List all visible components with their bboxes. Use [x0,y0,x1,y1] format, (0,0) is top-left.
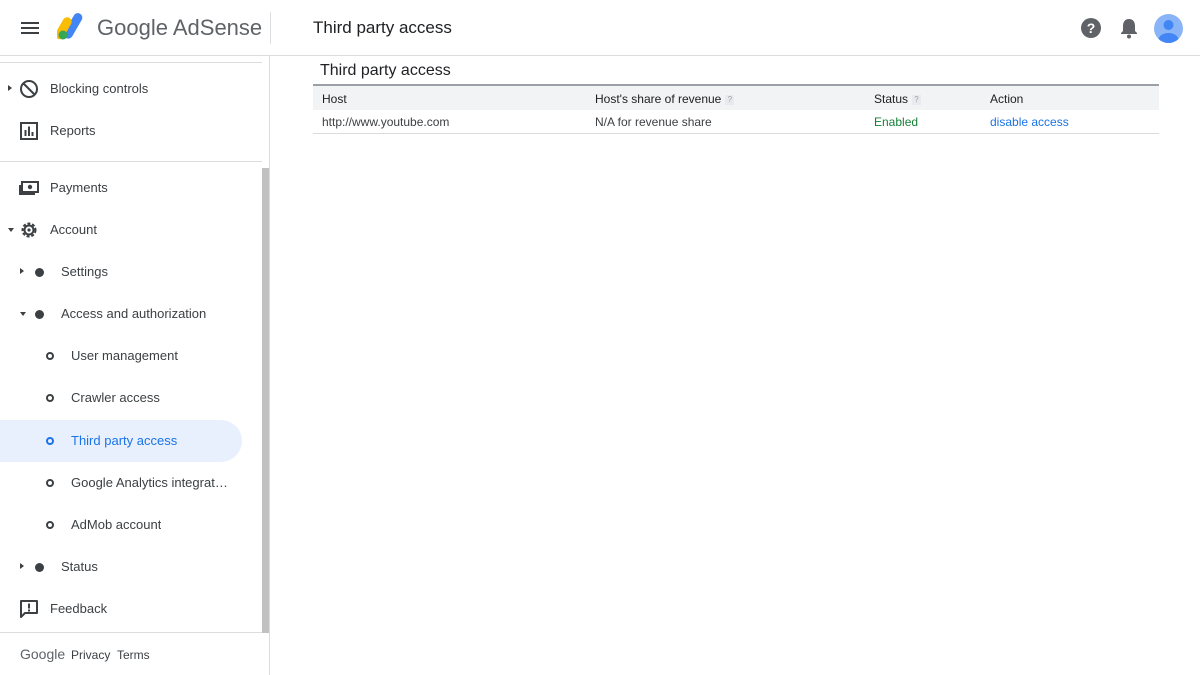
gear-icon [21,222,37,238]
help-icon[interactable]: ? [725,94,735,105]
avatar[interactable] [1154,14,1183,43]
sidebar-item-label: Feedback [50,601,108,616]
sidebar-item-label: Settings [61,264,108,279]
sidebar-item-payments[interactable]: Payments [0,167,242,209]
bullet-icon [35,268,44,277]
column-header-share: Host's share of revenue? [595,92,735,106]
sidebar-item-reports[interactable]: Reports [0,110,242,152]
section-title: Third party access [320,62,451,79]
header-divider [270,12,271,44]
sidebar-item-google-analytics-integration[interactable]: Google Analytics integration [0,462,242,504]
ring-bullet-icon [46,437,54,445]
column-header-host: Host [322,92,347,106]
sidebar: Blocking controls Reports Payments Accou… [0,56,270,675]
feedback-icon [20,600,38,618]
sidebar-item-label: AdMob account [71,517,162,532]
sidebar-item-label: Status [61,559,98,574]
sidebar-item-status[interactable]: Status [0,546,242,588]
sidebar-divider [0,62,262,63]
sidebar-item-label: Google Analytics integration [71,475,229,490]
caret-down-icon[interactable] [8,228,14,232]
sidebar-item-third-party-access[interactable]: Third party access [0,420,242,462]
caret-down-icon[interactable] [20,312,26,316]
table-row: http://www.youtube.com N/A for revenue s… [313,110,1159,134]
sidebar-item-label: Blocking controls [50,81,149,96]
status-cell: Enabled [874,115,919,129]
column-header-share-label: Host's share of revenue [595,92,722,106]
sidebar-scrollbar[interactable] [262,168,269,633]
payments-icon [19,181,39,195]
disable-access-link[interactable]: disable access [990,115,1069,129]
svg-text:?: ? [1087,20,1096,36]
adsense-logo [57,13,83,40]
sidebar-item-label: Access and authorization [61,306,207,321]
bar-chart-icon [20,122,38,140]
bullet-icon [35,563,44,572]
terms-link[interactable]: Terms [117,648,150,662]
ring-bullet-icon [46,521,54,529]
ring-bullet-icon [46,352,54,360]
caret-right-icon[interactable] [20,268,24,274]
column-header-action: Action [990,92,1024,106]
share-cell: N/A for revenue share [595,115,712,129]
top-app-bar: Google AdSense Third party access ? [0,0,1200,56]
notifications-icon[interactable] [1119,17,1139,39]
third-party-access-table: Host Host's share of revenue? Status? Ac… [313,84,1159,134]
sidebar-item-label: Reports [50,123,96,138]
sidebar-item-blocking-controls[interactable]: Blocking controls [0,68,242,110]
privacy-link[interactable]: Privacy [71,648,110,662]
ring-bullet-icon [46,394,54,402]
sidebar-divider [0,161,262,162]
sidebar-footer: Google Privacy Terms [0,632,262,675]
sidebar-item-label: Account [50,222,97,237]
help-icon[interactable]: ? [1080,17,1102,39]
column-header-status-label: Status [874,92,909,106]
google-logo: Google [20,646,66,662]
block-icon [20,80,38,98]
sidebar-item-settings[interactable]: Settings [0,251,242,293]
brand-name[interactable]: Google AdSense [97,15,262,41]
sidebar-item-access-and-authorization[interactable]: Access and authorization [0,293,242,335]
caret-right-icon[interactable] [20,563,24,569]
sidebar-item-account[interactable]: Account [0,209,242,251]
main-content: Third party access Host Host's share of … [271,57,1200,675]
sidebar-item-feedback[interactable]: Feedback [0,588,242,630]
menu-icon[interactable] [18,16,42,40]
sidebar-item-admob-account[interactable]: AdMob account [0,504,242,546]
table-header: Host Host's share of revenue? Status? Ac… [313,84,1159,110]
sidebar-item-crawler-access[interactable]: Crawler access [0,377,242,419]
bullet-icon [35,310,44,319]
host-cell: http://www.youtube.com [322,115,450,129]
sidebar-item-user-management[interactable]: User management [0,335,242,377]
page-title: Third party access [313,18,452,37]
sidebar-item-label: Payments [50,180,108,195]
ring-bullet-icon [46,479,54,487]
sidebar-item-label: Crawler access [71,390,160,405]
help-icon[interactable]: ? [912,94,922,105]
sidebar-item-label: Third party access [71,433,178,448]
column-header-status: Status? [874,92,922,106]
caret-right-icon[interactable] [8,85,12,91]
sidebar-item-label: User management [71,348,178,363]
